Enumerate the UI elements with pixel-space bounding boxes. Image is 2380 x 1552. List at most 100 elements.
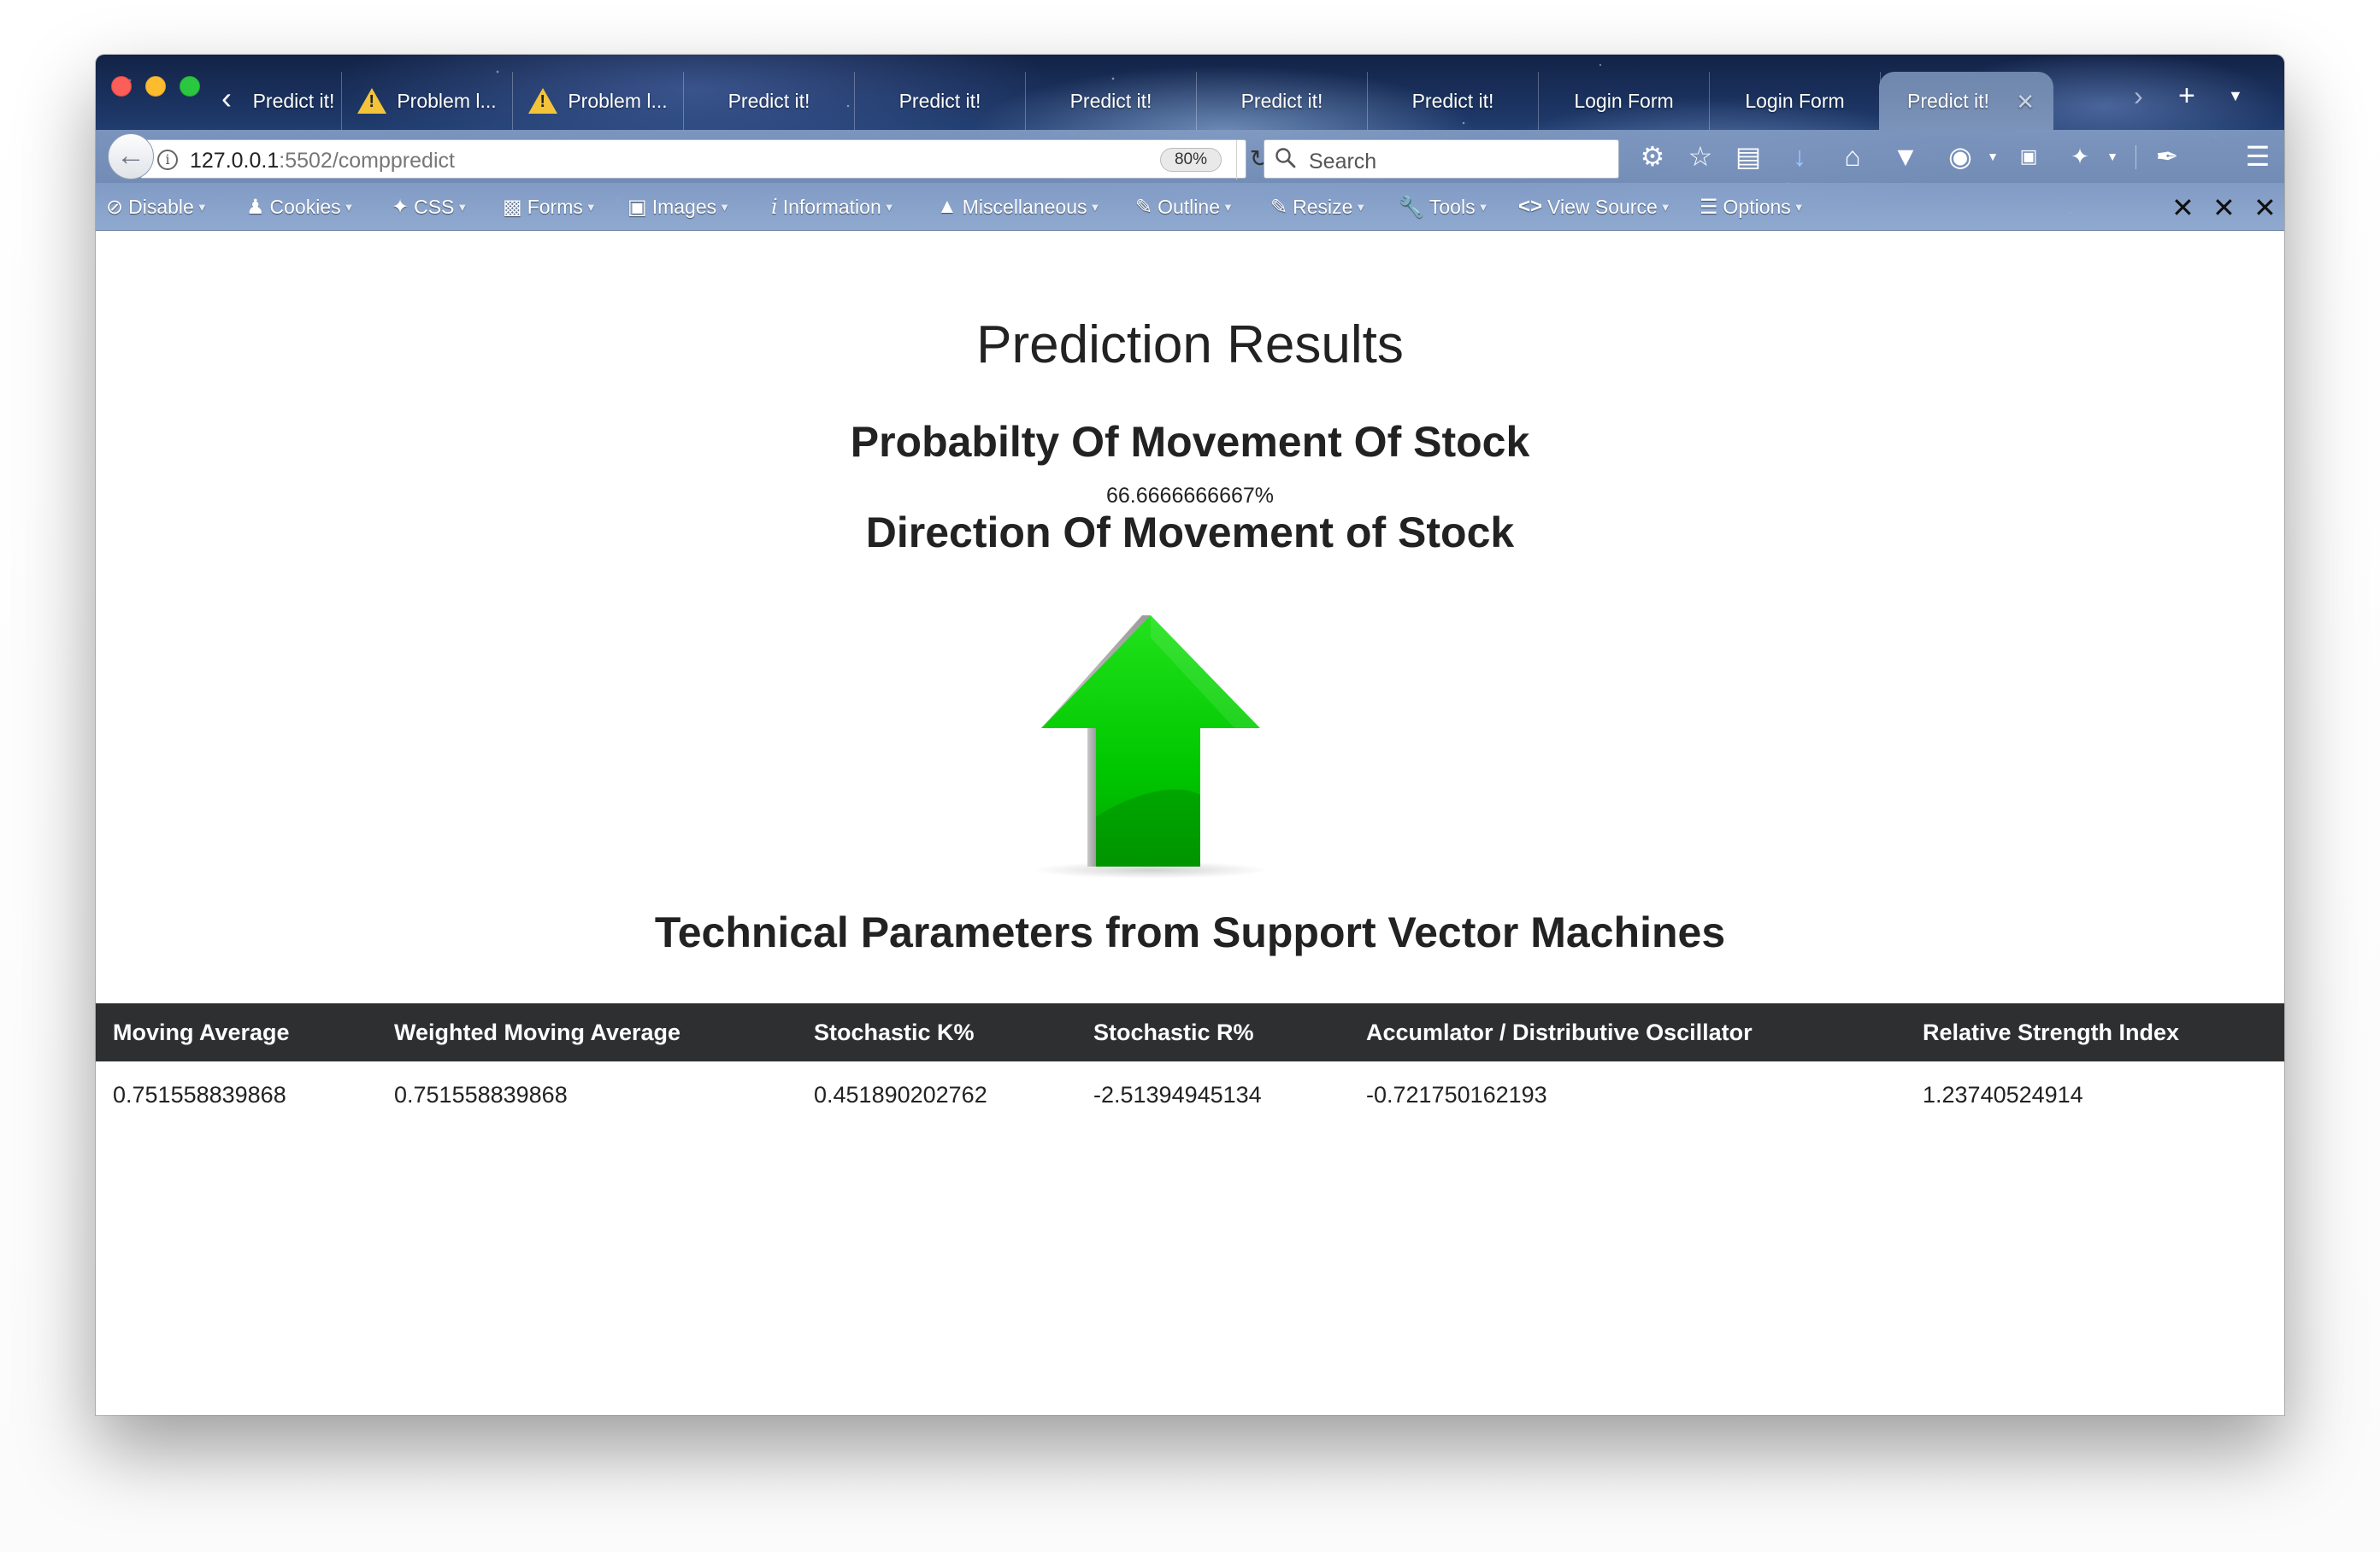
column-header: Stochastic K% [797,1003,1076,1061]
back-button[interactable]: ← [108,133,154,179]
table-cell: 1.23740524914 [1923,1081,2083,1108]
tab-label: Problem l... [397,89,497,112]
column-header: Accumlator / Distributive Oscillator [1349,1003,1906,1061]
close-window-button[interactable] [111,76,132,97]
dev-menu-cookies[interactable]: ♟ Cookies ▼ [246,193,355,220]
pencil-icon: ✎ [1270,195,1288,219]
extension-icon[interactable]: ⚙ [1633,137,1672,176]
dev-menu-label: Cookies [269,195,341,218]
tab-label: Predict it! [252,89,335,112]
dev-menu-miscellaneous[interactable]: ▲ Miscellaneous ▼ [937,193,1100,220]
dev-menu-label: CSS [414,195,455,218]
disable-icon: ⊘ [106,195,124,219]
sliders-icon: ☰ [1700,195,1718,219]
site-info-icon[interactable]: i [157,150,178,170]
dev-menu-label: Options [1723,195,1791,218]
page-title: Prediction Results [976,315,1404,374]
tab-label: Predict it! [1069,89,1152,112]
desktop-background: ‹ Predict it! Problem l... Problem l... … [0,0,2380,1552]
url-bar[interactable]: i 127.0.0.1:5502/comppredict 80% ↻ [140,139,1270,179]
close-tab-icon[interactable]: ✕ [2016,89,2035,115]
close-icon[interactable]: ✕ [2253,191,2277,224]
chevron-down-icon[interactable]: ▼ [2093,137,2132,176]
tab-active[interactable]: Predict it! ✕ [1879,72,2053,130]
hamburger-menu-icon[interactable]: ☰ [2238,137,2277,176]
chevron-down-icon: ▼ [196,200,208,214]
parameters-table: Moving Average Weighted Moving Average S… [96,1003,2284,1128]
tab[interactable]: Predict it! [1026,72,1197,130]
tab[interactable]: Predict it! [684,72,855,130]
downloads-icon[interactable]: ↓ [1780,137,1819,176]
dev-menu-images[interactable]: ▣ Images ▼ [627,193,730,220]
url-host: 127.0.0.1 [190,149,280,173]
dev-menu-label: Tools [1429,195,1476,218]
bookmark-star-icon[interactable]: ☆ [1681,137,1720,176]
table-cell: 0.751558839868 [113,1081,286,1108]
tab-strip: Predict it! Problem l... Problem l... Pr… [246,72,2093,130]
dev-menu-outline[interactable]: ✎ Outline ▼ [1135,193,1234,220]
arrow-up-icon [1033,615,1269,879]
close-icon[interactable]: ✕ [2171,191,2194,224]
person-icon: ♟ [246,195,265,219]
eyedropper-icon[interactable]: ✒ [2147,137,2187,176]
pocket-icon[interactable]: ▼ [1886,137,1925,176]
wand-icon: ✦ [392,195,409,219]
url-path: :5502/comppredict [279,149,455,173]
column-header: Moving Average [96,1003,377,1061]
search-placeholder: Search [1309,150,1377,173]
home-icon[interactable]: ⌂ [1833,137,1872,176]
chevron-down-icon: ▼ [343,200,355,214]
search-bar[interactable]: Search [1264,139,1619,179]
wrench-icon: 🔧 [1399,195,1424,219]
pencil-icon: ✎ [1135,195,1153,219]
tab-scroll-left-icon[interactable]: ‹ [217,83,236,118]
chevron-down-icon: ▼ [457,200,468,214]
table-cell: -0.721750162193 [1366,1081,1547,1108]
tab[interactable]: Problem l... [342,72,513,130]
dev-menu-label: Disable [128,195,194,218]
dev-menu-tools[interactable]: 🔧 Tools ▼ [1399,193,1488,220]
dev-menu-disable[interactable]: ⊘ Disable ▼ [106,193,208,220]
code-icon: <> [1518,195,1543,218]
tab-label: Predict it! [728,89,810,112]
tab[interactable]: Predict it! [246,72,342,130]
url-text[interactable]: 127.0.0.1:5502/comppredict [190,149,455,173]
new-tab-icon[interactable]: + [2178,79,2195,113]
package-icon: ▲ [937,195,957,218]
dev-menu-resize[interactable]: ✎ Resize ▼ [1270,193,1366,220]
clipboard-icon: ▩ [503,195,522,219]
chevron-down-icon: ▼ [1222,200,1234,214]
tab-label: Login Form [1745,89,1845,112]
dev-menu-information[interactable]: i Information ▼ [771,193,895,220]
chevron-down-icon: ▼ [585,200,597,214]
tab[interactable]: Problem l... [513,72,684,130]
chevron-down-icon[interactable]: ▼ [1973,137,2012,176]
minimize-window-button[interactable] [145,76,166,97]
dev-menu-label: Outline [1158,195,1220,218]
probability-heading: Probabilty Of Movement Of Stock [850,418,1530,466]
tab-scroll-right-icon[interactable]: › [2134,79,2143,113]
dev-menu-view-source[interactable]: <> View Source ▼ [1518,193,1671,220]
tab-label: Predict it! [898,89,981,112]
column-header: Relative Strength Index [1906,1003,2284,1061]
tab[interactable]: Predict it! [1197,72,1368,130]
dev-menu-css[interactable]: ✦ CSS ▼ [392,193,468,220]
tab-label: Predict it! [1240,89,1323,112]
zoom-level-indicator[interactable]: 80% [1160,148,1222,172]
tab[interactable]: Login Form [1710,72,1881,130]
tab-list-chevron-icon[interactable]: ▼ [2228,79,2243,113]
dev-menu-label: Resize [1293,195,1353,218]
dev-menu-options[interactable]: ☰ Options ▼ [1700,193,1805,220]
tab[interactable]: Login Form [1539,72,1710,130]
tab-label: Login Form [1574,89,1674,112]
direction-heading: Direction Of Movement of Stock [865,509,1515,556]
dev-menu-forms[interactable]: ▩ Forms ▼ [503,193,597,220]
screenshot-icon[interactable]: ▣ [2009,137,2048,176]
close-icon[interactable]: ✕ [2212,191,2236,224]
zoom-window-button[interactable] [180,76,200,97]
tab[interactable]: Predict it! [1368,72,1539,130]
chevron-down-icon: ▼ [1793,200,1805,214]
bookmarks-list-icon[interactable]: ▤ [1729,137,1768,176]
tab[interactable]: Predict it! [855,72,1026,130]
info-icon: i [771,195,778,219]
